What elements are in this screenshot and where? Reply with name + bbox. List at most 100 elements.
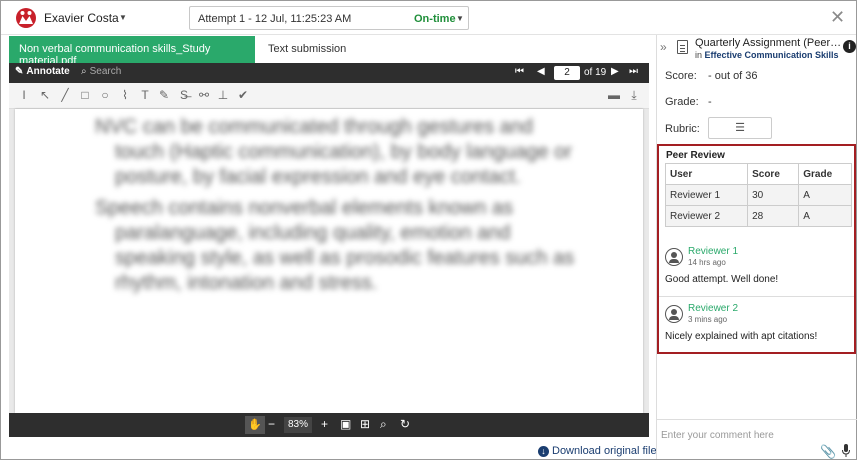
column-header: Grade (798, 163, 852, 185)
pdf-page: NVC can be communicated through gestures… (15, 109, 643, 413)
score-label: Score: (665, 70, 697, 82)
comment-author[interactable]: Reviewer 1 (688, 246, 738, 257)
search-placeholder: Search (89, 66, 122, 77)
column-header: Score (747, 163, 800, 185)
comment-composer: 📎 (657, 419, 857, 459)
checkmark-icon[interactable]: ✔ (236, 88, 250, 102)
peer-review-table: User Score Grade Reviewer 1 30 A Reviewe… (664, 163, 852, 227)
stamp-icon[interactable]: ⊥ (216, 88, 230, 102)
app-logo-icon (16, 8, 36, 28)
comment-item: Reviewer 1 14 hrs ago Good attempt. Well… (659, 240, 854, 296)
column-header: User (664, 163, 749, 185)
peer-review-title: Peer Review (666, 150, 725, 161)
freehand-icon[interactable]: ⌇ (118, 88, 132, 102)
collapse-panel-icon[interactable]: » (660, 40, 667, 54)
grade-label: Grade: (665, 96, 699, 108)
course-link[interactable]: Effective Communication Skills (705, 50, 839, 60)
comment-author[interactable]: Reviewer 2 (688, 303, 738, 314)
annotate-label: Annotate (26, 66, 70, 77)
peer-review-section: Peer Review User Score Grade Reviewer 1 … (657, 144, 856, 354)
chevron-down-icon: ▼ (456, 14, 464, 23)
zoom-out-icon[interactable]: − (268, 417, 275, 431)
grade-value: - (708, 96, 712, 108)
download-label: Download original file (552, 445, 657, 457)
top-bar: Exavier Costa ▼ Attempt 1 - 12 Jul, 11:2… (1, 1, 856, 35)
comment-item: Reviewer 2 3 mins ago Nicely explained w… (659, 296, 854, 352)
sliders-icon: ☰ (735, 122, 745, 134)
search-icon: ⌕ (81, 66, 87, 77)
score-value: - out of 36 (708, 70, 758, 82)
info-icon[interactable]: i (843, 40, 856, 53)
cell-grade: A (798, 184, 852, 206)
search-page-icon[interactable]: ⌕ (380, 417, 387, 432)
rubric-button[interactable]: ☰ (708, 117, 772, 139)
table-row: Reviewer 2 28 A (664, 205, 852, 227)
in-prefix: in (695, 50, 703, 60)
comment-text: Good attempt. Well done! (665, 274, 779, 285)
highlighter-icon[interactable]: ✎ (157, 88, 171, 102)
document-icon (677, 40, 688, 54)
cell-score: 30 (747, 184, 800, 206)
page-number-input[interactable]: 2 (554, 66, 580, 80)
table-header-row: User Score Grade (664, 163, 852, 185)
rotate-icon[interactable]: ↻ (400, 417, 410, 431)
pen-icon: ✎ (15, 66, 24, 77)
line-icon[interactable]: ╱ (58, 88, 72, 102)
zoom-level[interactable]: 83% (284, 417, 312, 433)
select-arrow-icon[interactable]: ↖ (38, 88, 52, 102)
page-content: NVC can be communicated through gestures… (95, 115, 585, 302)
assignment-title: Quarterly Assignment (Peer Rev... (695, 37, 843, 49)
microphone-icon[interactable] (842, 444, 850, 457)
assignment-header: » Quarterly Assignment (Peer Rev... in E… (657, 35, 857, 61)
viewer-toolbar: ✎ Annotate ⌕ Search ⏮ ◀ 2 of 19 ▶ ⏭ (9, 63, 649, 83)
first-page-icon[interactable]: ⏮ (515, 66, 524, 77)
circle-icon[interactable]: ○ (98, 88, 112, 102)
comment-time: 3 mins ago (688, 315, 728, 324)
avatar-icon (665, 305, 683, 323)
search-field[interactable]: ⌕ Search (81, 66, 121, 77)
rectangle-icon[interactable]: □ (78, 88, 92, 102)
attempt-status: On-time (414, 13, 456, 25)
fit-width-icon[interactable]: ▣ (340, 417, 351, 431)
thumbnails-icon[interactable]: ⊞ (360, 417, 370, 431)
download-icon[interactable]: ⤓ (627, 88, 641, 102)
attempt-select[interactable]: Attempt 1 - 12 Jul, 11:25:23 AM On-time … (189, 6, 469, 30)
page-count: of 19 (584, 67, 607, 78)
comment-input[interactable] (661, 426, 811, 444)
tab-text-submission[interactable]: Text submission (268, 43, 346, 55)
download-original-link[interactable]: ↓ Download original file (538, 445, 657, 457)
page-paragraph: NVC can be communicated through gestures… (95, 116, 572, 188)
comment-text: Nicely explained with apt citations! (665, 331, 818, 342)
file-tabs: Non verbal communication skills_Study ma… (9, 36, 649, 67)
assignment-panel: » Quarterly Assignment (Peer Rev... in E… (656, 35, 857, 459)
table-row: Reviewer 1 30 A (664, 184, 852, 206)
user-name[interactable]: Exavier Costa (44, 11, 119, 25)
cell-user: Reviewer 2 (664, 205, 749, 227)
link-icon[interactable]: ⚯ (197, 88, 211, 102)
text-cursor-icon[interactable]: I (17, 88, 31, 102)
next-page-icon[interactable]: ▶ (611, 66, 619, 77)
comment-time: 14 hrs ago (688, 258, 726, 267)
annotation-tools: I ↖ ╱ □ ○ ⌇ T ✎ S̶ ⚯ ⊥ ✔ ▬ ⤓ (9, 83, 649, 109)
tab-pdf[interactable]: Non verbal communication skills_Study ma… (9, 36, 255, 67)
zoom-toolbar: ✋ − 83% + ▣ ⊞ ⌕ ↻ (9, 413, 649, 437)
zoom-in-icon[interactable]: + (321, 417, 328, 431)
page-paragraph: Speech contains nonverbal elements known… (95, 197, 575, 294)
close-icon[interactable]: ✕ (830, 7, 845, 27)
attempt-label: Attempt 1 - 12 Jul, 11:25:23 AM (198, 13, 352, 25)
strikethrough-icon[interactable]: S̶ (177, 88, 191, 102)
cell-grade: A (798, 205, 852, 227)
paperclip-icon[interactable]: 📎 (820, 444, 836, 460)
text-tool-icon[interactable]: T (138, 88, 152, 102)
assignment-course: in Effective Communication Skills (695, 50, 839, 60)
download-circle-icon: ↓ (538, 446, 549, 457)
chevron-down-icon[interactable]: ▼ (119, 13, 127, 22)
annotate-button[interactable]: ✎ Annotate (15, 66, 70, 77)
pan-hand-icon[interactable]: ✋ (245, 416, 265, 434)
last-page-icon[interactable]: ⏭ (629, 66, 638, 77)
comment-icon[interactable]: ▬ (607, 88, 621, 102)
prev-page-icon[interactable]: ◀ (537, 66, 545, 77)
cell-user: Reviewer 1 (664, 184, 749, 206)
cell-score: 28 (747, 205, 800, 227)
rubric-label: Rubric: (665, 123, 700, 135)
